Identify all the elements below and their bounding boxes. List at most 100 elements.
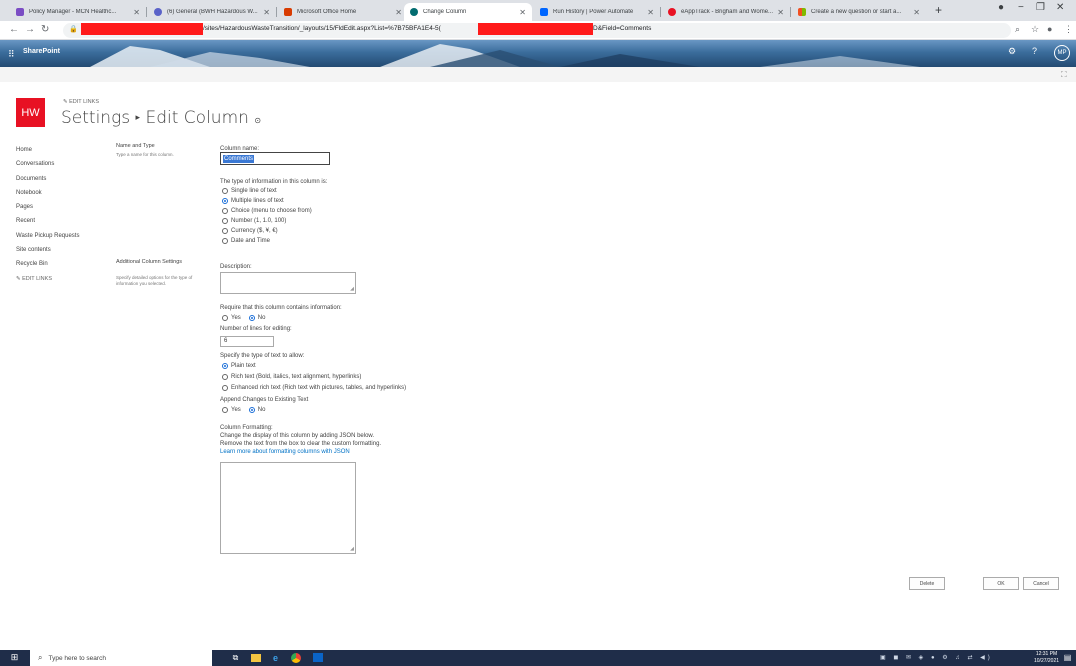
radio-icon[interactable] xyxy=(222,218,228,224)
nav-pages[interactable]: Pages xyxy=(16,200,79,214)
breadcrumb-separator-icon: ▸ xyxy=(135,113,141,123)
close-tab-icon[interactable]: ✕ xyxy=(647,8,654,17)
search-icon: ⌕ xyxy=(38,653,43,662)
new-tab-plus-icon[interactable]: + xyxy=(935,3,942,17)
task-view-icon[interactable]: ⧉ xyxy=(230,652,241,663)
browser-tab-change-column[interactable]: Change Column ✕ xyxy=(404,3,532,21)
radio-icon[interactable] xyxy=(222,208,228,214)
tray-icons-group[interactable]: ▣ ◼ ✉ ◈ ● ⚙ ♫ ⇄ ◀) xyxy=(880,652,1010,663)
nav-home[interactable]: Home xyxy=(16,143,79,157)
chrome-icon[interactable] xyxy=(290,652,301,663)
nav-recent[interactable]: Recent xyxy=(16,214,79,228)
resize-grip-icon[interactable]: ◢ xyxy=(350,546,354,552)
info-icon[interactable]: ⊙ xyxy=(254,116,261,125)
forward-arrow-icon[interactable]: → xyxy=(25,24,35,35)
resize-grip-icon[interactable]: ◢ xyxy=(350,286,354,292)
browser-tab-policy-manager[interactable]: Policy Manager - MCN Healthc... ✕ xyxy=(10,3,146,21)
settings-gear-icon[interactable]: ⚙ xyxy=(1008,46,1016,57)
radio-icon[interactable] xyxy=(222,238,228,244)
type-option-choice[interactable]: Choice (menu to choose from) xyxy=(222,208,312,214)
append-no-option[interactable]: No xyxy=(248,407,265,413)
close-window-icon[interactable]: ✕ xyxy=(1056,2,1064,13)
close-tab-icon[interactable]: ✕ xyxy=(263,8,270,17)
close-tab-icon[interactable]: ✕ xyxy=(133,8,140,17)
star-bookmark-icon[interactable]: ☆ xyxy=(1031,24,1039,35)
file-explorer-icon[interactable] xyxy=(250,652,261,663)
app-launcher-icon[interactable]: ⠿ xyxy=(8,49,15,60)
column-name-input[interactable]: Comments xyxy=(220,152,330,165)
close-tab-icon[interactable]: ✕ xyxy=(913,8,920,17)
maximize-icon[interactable]: ❐ xyxy=(1036,2,1045,13)
delete-button[interactable]: Delete xyxy=(909,577,945,590)
close-tab-icon[interactable]: ✕ xyxy=(777,8,784,17)
radio-selected-icon[interactable] xyxy=(248,315,255,321)
text-type-plain[interactable]: Plain text xyxy=(222,363,256,369)
browser-tab-create-question[interactable]: Create a new question or start a... ✕ xyxy=(792,3,926,21)
type-option-label: Date and Time xyxy=(231,238,271,244)
type-option-currency[interactable]: Currency ($, ¥, €) xyxy=(222,228,278,234)
json-formatting-textarea[interactable]: ◢ xyxy=(220,462,356,554)
text-type-option-label: Rich text (Bold, italics, text alignment… xyxy=(231,374,362,380)
browser-tab-power-automate[interactable]: Run History | Power Automate ✕ xyxy=(534,3,660,21)
radio-icon[interactable] xyxy=(222,228,228,234)
sharepoint-brand[interactable]: SharePoint xyxy=(23,48,60,55)
require-yes-option[interactable]: Yes xyxy=(222,315,241,321)
require-no-option[interactable]: No xyxy=(248,315,265,321)
profile-icon[interactable]: ● xyxy=(1047,24,1052,34)
tab-label: Create a new question or start a... xyxy=(811,9,902,15)
radio-icon[interactable] xyxy=(222,374,228,380)
back-arrow-icon[interactable]: ← xyxy=(9,24,19,35)
kebab-menu-icon[interactable]: ⋮ xyxy=(1064,24,1073,35)
type-option-number[interactable]: Number (1, 1.0, 100) xyxy=(222,218,286,224)
browser-profile-icon[interactable]: ● xyxy=(998,2,1004,13)
type-option-date-time[interactable]: Date and Time xyxy=(222,238,270,244)
breadcrumb-settings[interactable]: Settings xyxy=(61,108,130,128)
radio-selected-icon[interactable] xyxy=(222,198,228,204)
reload-icon[interactable]: ↻ xyxy=(41,24,49,35)
radio-icon[interactable] xyxy=(222,315,228,321)
radio-icon[interactable] xyxy=(222,407,228,413)
notifications-icon[interactable]: ▤ xyxy=(1062,652,1073,663)
edit-links-header[interactable]: ✎ EDIT LINKS xyxy=(63,99,99,105)
radio-icon[interactable] xyxy=(222,385,228,391)
minimize-icon[interactable]: − xyxy=(1018,2,1024,13)
browser-tab-teams-general[interactable]: (6) General (BWH Hazardous W... ✕ xyxy=(148,3,276,21)
radio-selected-icon[interactable] xyxy=(248,407,255,413)
text-type-rich[interactable]: Rich text (Bold, italics, text alignment… xyxy=(222,374,361,380)
ok-button[interactable]: OK xyxy=(983,577,1019,590)
nav-conversations[interactable]: Conversations xyxy=(16,157,79,171)
nav-documents[interactable]: Documents xyxy=(16,172,79,186)
internet-explorer-icon[interactable]: e xyxy=(270,652,281,663)
radio-icon[interactable] xyxy=(222,188,228,194)
edit-links-label: EDIT LINKS xyxy=(22,276,52,282)
column-name-value: Comments xyxy=(223,155,255,163)
append-yes-option[interactable]: Yes xyxy=(222,407,241,413)
taskbar-search-input[interactable]: ⌕ Type here to search xyxy=(30,650,212,666)
user-avatar[interactable]: MP xyxy=(1054,45,1070,61)
lines-input[interactable]: 6 xyxy=(220,336,274,347)
browser-tab-eapptrack[interactable]: eAppTrack - Brigham and Wome... ✕ xyxy=(662,3,790,21)
type-option-single-line[interactable]: Single line of text xyxy=(222,188,277,194)
browser-tab-office-home[interactable]: Microsoft Office Home ✕ xyxy=(278,3,408,21)
pencil-icon: ✎ xyxy=(16,276,21,282)
description-textarea[interactable]: ◢ xyxy=(220,272,356,294)
nav-site-contents[interactable]: Site contents xyxy=(16,243,79,257)
nav-notebook[interactable]: Notebook xyxy=(16,186,79,200)
close-tab-icon[interactable]: ✕ xyxy=(395,8,402,17)
windows-start-icon[interactable]: ⊞ xyxy=(9,652,20,663)
nav-recycle-bin[interactable]: Recycle Bin xyxy=(16,257,79,271)
close-tab-icon[interactable]: ✕ xyxy=(519,8,526,17)
outlook-icon[interactable] xyxy=(312,652,323,663)
focus-content-icon[interactable]: ⛶ xyxy=(1061,70,1067,80)
help-icon[interactable]: ? xyxy=(1032,46,1037,56)
type-option-multiple-lines[interactable]: Multiple lines of text xyxy=(222,198,284,204)
taskbar-clock[interactable]: 12:31 PM 10/27/2021 xyxy=(1034,651,1059,664)
nav-waste-pickup-requests[interactable]: Waste Pickup Requests xyxy=(16,229,79,243)
radio-selected-icon[interactable] xyxy=(222,363,228,369)
site-logo[interactable]: HW xyxy=(16,98,45,127)
cancel-button[interactable]: Cancel xyxy=(1023,577,1059,590)
formatting-learn-more-link[interactable]: Learn more about formatting columns with… xyxy=(220,449,350,455)
text-type-enhanced[interactable]: Enhanced rich text (Rich text with pictu… xyxy=(222,385,406,391)
zoom-icon[interactable]: ⌕ xyxy=(1015,24,1020,35)
edit-links-nav[interactable]: ✎ EDIT LINKS xyxy=(16,276,52,282)
